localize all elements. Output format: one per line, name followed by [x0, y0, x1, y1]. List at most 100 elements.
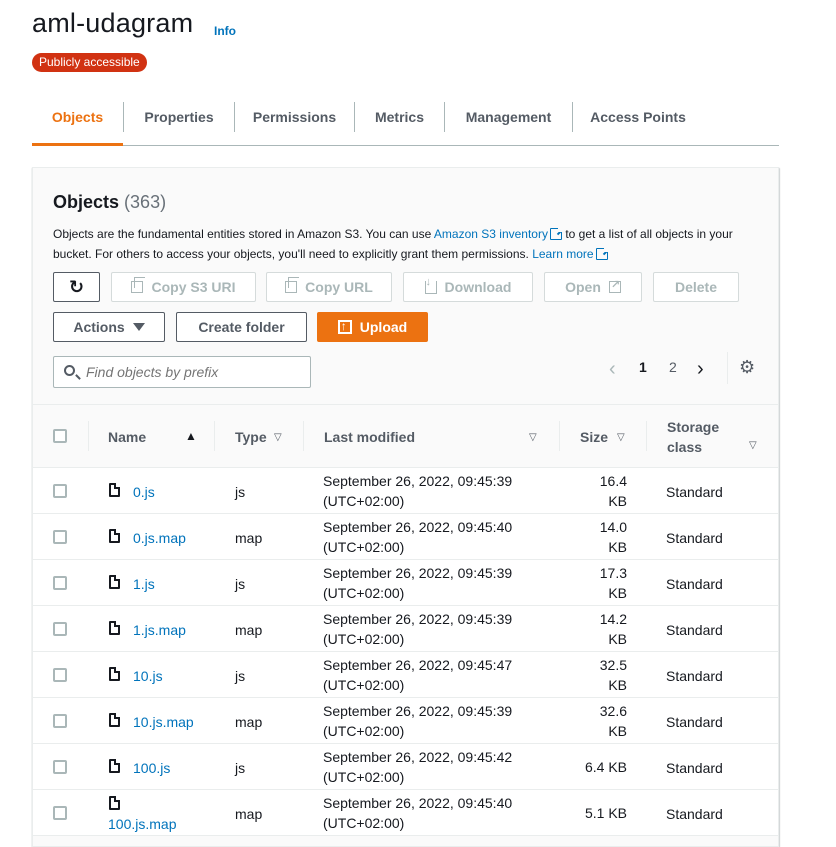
- table-row[interactable]: 0.js js September 26, 2022, 09:45:39 (UTC…: [33, 468, 778, 514]
- table-row[interactable]: 10.js js September 26, 2022, 09:45:47 (UT…: [33, 652, 778, 698]
- column-header-type[interactable]: Type: [235, 429, 267, 445]
- tab-bar: Objects Properties Permissions Metrics M…: [32, 98, 779, 146]
- delete-button[interactable]: Delete: [653, 272, 739, 302]
- row-checkbox[interactable]: [53, 530, 67, 544]
- modified-date: September 26, 2022, 09:45:40: [323, 519, 513, 535]
- search-box: [53, 356, 311, 388]
- tab-permissions[interactable]: Permissions: [235, 98, 354, 146]
- actions-button[interactable]: Actions: [53, 312, 165, 342]
- row-checkbox[interactable]: [53, 806, 67, 820]
- object-storage-class: Standard: [666, 714, 723, 730]
- column-header-size[interactable]: Size: [580, 429, 608, 445]
- tab-properties[interactable]: Properties: [124, 98, 234, 146]
- upload-button[interactable]: Upload: [317, 312, 428, 342]
- object-name-link[interactable]: 100.js.map: [108, 816, 176, 832]
- row-checkbox[interactable]: [53, 484, 67, 498]
- search-icon: [64, 365, 75, 376]
- objects-count: (363): [124, 192, 167, 212]
- object-name-link[interactable]: 1.js.map: [133, 622, 186, 638]
- object-name-link[interactable]: 0.js: [133, 484, 155, 500]
- object-type: map: [235, 622, 263, 638]
- column-separator: [214, 421, 215, 451]
- object-last-modified: September 26, 2022, 09:45:47 (UTC+02:00): [323, 655, 512, 695]
- tab-management[interactable]: Management: [445, 98, 572, 146]
- learn-more-link[interactable]: Learn more: [532, 247, 593, 261]
- tab-metrics[interactable]: Metrics: [355, 98, 444, 146]
- tab-access-points[interactable]: Access Points: [573, 98, 703, 146]
- object-name-link[interactable]: 100.js: [133, 760, 170, 776]
- size-value: 14.2: [599, 611, 627, 627]
- copy-icon: [131, 277, 146, 293]
- object-name-link[interactable]: 10.js: [133, 668, 163, 684]
- objects-panel: Objects (363) Objects are the fundamenta…: [32, 167, 779, 847]
- prev-page-button[interactable]: ‹: [609, 358, 616, 381]
- table-row[interactable]: 0.js.map map September 26, 2022, 09:45:4…: [33, 514, 778, 560]
- objects-heading: Objects (363): [53, 192, 166, 213]
- sort-ascending-icon: ▲: [185, 429, 197, 443]
- gear-icon[interactable]: ⚙: [739, 357, 755, 378]
- copy-url-button[interactable]: Copy URL: [266, 272, 392, 302]
- object-type: map: [235, 530, 263, 546]
- row-checkbox[interactable]: [53, 668, 67, 682]
- file-icon: [109, 759, 120, 773]
- search-input[interactable]: [84, 361, 304, 383]
- modified-timezone: (UTC+02:00): [323, 539, 405, 555]
- object-last-modified: September 26, 2022, 09:45:39 (UTC+02:00): [323, 471, 512, 511]
- row-checkbox[interactable]: [53, 714, 67, 728]
- size-unit: KB: [608, 493, 627, 509]
- column-header-storage-class[interactable]: Storage class: [667, 419, 719, 459]
- refresh-button[interactable]: ↻: [53, 272, 100, 302]
- object-name-link[interactable]: 0.js.map: [133, 530, 186, 546]
- column-separator: [303, 421, 304, 451]
- object-storage-class: Standard: [666, 576, 723, 592]
- object-storage-class: Standard: [666, 668, 723, 684]
- storage-header-line1: Storage: [667, 419, 720, 435]
- object-type: js: [235, 576, 246, 592]
- delete-label: Delete: [674, 279, 718, 295]
- column-header-last-modified[interactable]: Last modified: [324, 429, 415, 445]
- modified-date: September 26, 2022, 09:45:40: [323, 795, 513, 811]
- size-value: 6.4 KB: [584, 759, 627, 775]
- next-page-button[interactable]: ›: [697, 358, 704, 381]
- object-name-link[interactable]: 1.js: [133, 576, 155, 592]
- open-button[interactable]: Open: [544, 272, 642, 302]
- create-folder-label: Create folder: [198, 319, 285, 335]
- object-size: 32.6 KB: [527, 701, 627, 741]
- download-icon: [424, 276, 437, 294]
- table-row[interactable]: 1.js js September 26, 2022, 09:45:39 (UTC…: [33, 560, 778, 606]
- table-row[interactable]: 100.js js September 26, 2022, 09:45:42 (U…: [33, 744, 778, 790]
- upload-label: Upload: [359, 319, 408, 335]
- object-type: js: [235, 484, 246, 500]
- storage-header-line2: class: [667, 439, 703, 455]
- external-link-icon: [549, 226, 564, 240]
- object-name-link[interactable]: 10.js.map: [133, 714, 194, 730]
- object-size: 14.2 KB: [527, 609, 627, 649]
- external-link-icon: [595, 246, 610, 260]
- table-row[interactable]: 1.js.map map September 26, 2022, 09:45:3…: [33, 606, 778, 652]
- objects-description: Objects are the fundamental entities sto…: [53, 224, 753, 264]
- page-1-button[interactable]: 1: [639, 359, 647, 375]
- table-row[interactable]: 100.js.map map September 26, 2022, 09:45…: [33, 790, 778, 836]
- size-value: 32.5: [599, 657, 627, 673]
- copy-s3-uri-button[interactable]: Copy S3 URI: [111, 272, 256, 302]
- size-value: 32.6: [599, 703, 627, 719]
- page-2-button[interactable]: 2: [669, 359, 677, 375]
- desc-text-1: Objects are the fundamental entities sto…: [53, 227, 434, 241]
- row-checkbox[interactable]: [53, 622, 67, 636]
- column-separator: [646, 421, 647, 451]
- size-value: 5.1 KB: [584, 805, 627, 821]
- row-checkbox[interactable]: [53, 576, 67, 590]
- s3-inventory-link[interactable]: Amazon S3 inventory: [434, 227, 548, 241]
- object-last-modified: September 26, 2022, 09:45:42 (UTC+02:00): [323, 747, 512, 787]
- copy-s3-uri-label: Copy S3 URI: [151, 279, 236, 295]
- tab-objects[interactable]: Objects: [32, 98, 123, 146]
- row-checkbox[interactable]: [53, 760, 67, 774]
- column-header-name[interactable]: Name: [108, 429, 146, 445]
- table-row[interactable]: 10.js.map map September 26, 2022, 09:45:…: [33, 698, 778, 744]
- info-link[interactable]: Info: [214, 24, 236, 38]
- open-label: Open: [565, 279, 601, 295]
- select-all-checkbox[interactable]: [53, 429, 67, 443]
- create-folder-button[interactable]: Create folder: [176, 312, 307, 342]
- download-button[interactable]: Download: [403, 272, 533, 302]
- size-value: 14.0: [599, 519, 627, 535]
